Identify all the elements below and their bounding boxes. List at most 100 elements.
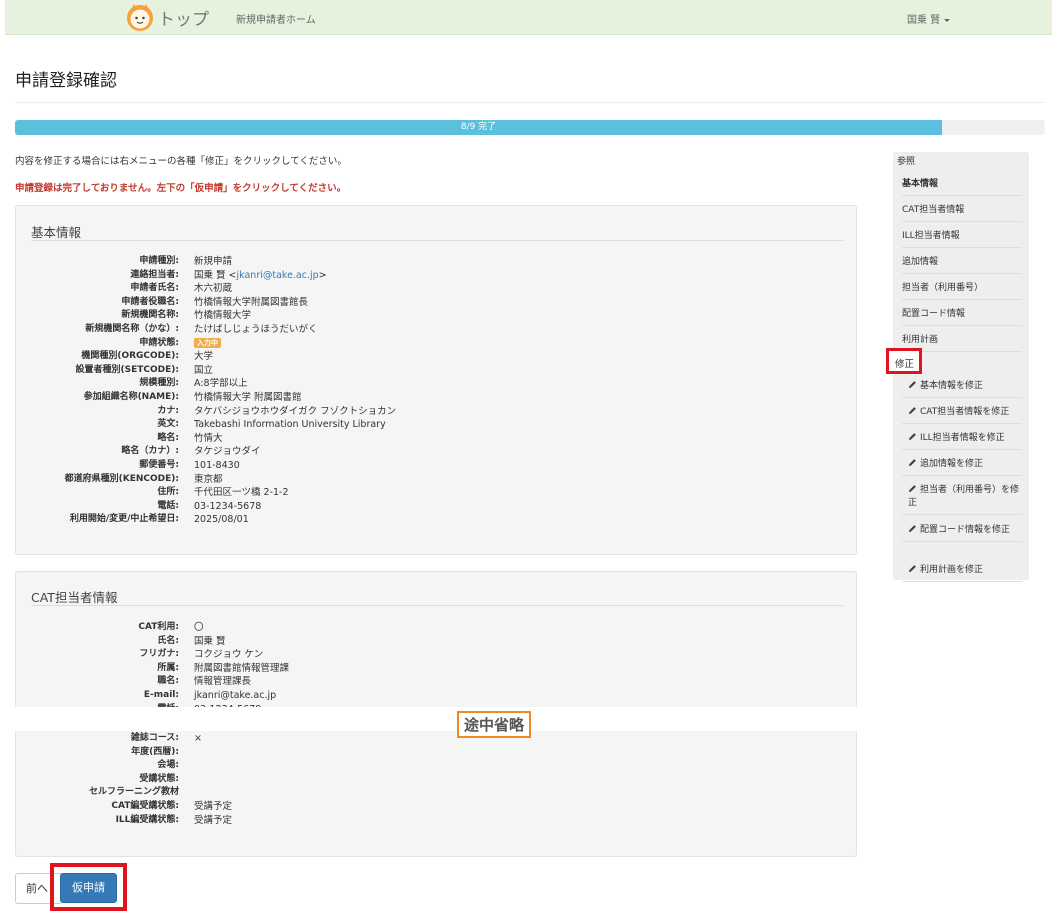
menu-edit-item[interactable]: 担当者（利用番号）を修正: [902, 482, 1022, 515]
brand-link[interactable]: トップ: [158, 5, 209, 30]
info-value-text: ×: [194, 733, 202, 744]
info-value-text: タケジョウダイ: [194, 446, 261, 458]
pencil-icon: [908, 380, 917, 389]
info-value-text: 竹情大: [194, 432, 223, 444]
info-row: 所属: 附属図書館情報管理課: [16, 662, 858, 676]
info-row: カナ: タケバシジョウホウダイガク フゾクトショカン: [16, 405, 858, 419]
menu-ref-item[interactable]: CAT担当者情報: [902, 202, 1022, 222]
info-label: 年度(西暦):: [131, 746, 179, 757]
menu-ref-item[interactable]: 配置コード情報: [902, 306, 1022, 326]
info-value-text: 竹橋情報大学: [194, 310, 252, 322]
info-row: 都道府県種別(KENCODE): 東京都: [16, 473, 858, 487]
menu-ref-item[interactable]: 基本情報: [902, 176, 1022, 196]
info-label: 都道府県種別(KENCODE):: [64, 473, 179, 484]
user-menu[interactable]: 国乗 賢: [907, 11, 951, 26]
info-value-text: タケバシジョウホウダイガク フゾクトショカン: [194, 405, 397, 417]
info-value: ×: [194, 732, 202, 746]
info-value-text: コクジョウ ケン: [194, 649, 264, 661]
menu-edit-item[interactable]: 追加情報を修正: [902, 456, 1022, 476]
info-label: 設置者種別(SETCODE):: [75, 364, 179, 375]
info-row: 英文: Takebashi Information University Libr…: [16, 418, 858, 432]
status-badge: 入力中: [194, 338, 221, 349]
menu-edit-item[interactable]: 利用計画を修正: [902, 562, 1022, 582]
warning-text: 申請登録は完了しておりません。左下の「仮申請」をクリックしてください。: [15, 183, 347, 194]
info-label: 参加組織名称(NAME):: [83, 391, 179, 402]
divider: [15, 102, 1045, 103]
info-row: セルフラーニング教材: [16, 786, 858, 800]
info-value-text: A:8学部以上: [194, 378, 248, 390]
info-row: 申請者役職名: 竹橋情報大学附属図書館長: [16, 296, 858, 310]
info-row: 郵便番号: 101-8430: [16, 459, 858, 473]
omission-label: 途中省略: [457, 711, 532, 738]
info-value: たけばしじょうほうだいがく: [194, 323, 318, 337]
info-value: 101-8430: [194, 459, 240, 473]
info-label: 受講状態:: [139, 773, 179, 784]
info-label: 連絡担当者:: [130, 269, 179, 280]
menu-ref-item[interactable]: 担当者（利用番号）: [902, 280, 1022, 300]
instruction-text: 内容を修正する場合には右メニューの各種「修正」をクリックしてください。: [15, 156, 347, 167]
cat-logo-icon[interactable]: [123, 3, 157, 33]
info-label: カナ:: [157, 405, 179, 416]
info-row: 利用開始/変更/中止希望日: 2025/08/01: [16, 513, 858, 527]
email-link[interactable]: jkanri@take.ac.jp: [237, 270, 319, 281]
progress-bar: 8/9 完了: [15, 120, 1045, 135]
training-info-list: 雑誌コース: × 年度(西暦): 会場: 受講状態: セルフラーニング教材 CAT編受講状態…: [16, 732, 858, 827]
info-row: 略名（カナ）: タケジョウダイ: [16, 445, 858, 459]
info-value-text: 大学: [194, 351, 214, 363]
info-value: 竹橋情報大学 附属図書館: [194, 391, 302, 405]
info-row: 氏名: 国乗 賢: [16, 635, 858, 649]
progress-fill: 8/9 完了: [15, 120, 942, 135]
menu-edit-item[interactable]: 基本情報を修正: [902, 378, 1022, 398]
info-row: 参加組織名称(NAME): 竹橋情報大学 附属図書館: [16, 391, 858, 405]
provisional-submit-button[interactable]: 仮申請: [60, 873, 117, 903]
info-label: 申請者氏名:: [130, 283, 179, 294]
info-value: 竹橋情報大学: [194, 309, 251, 323]
info-value: Takebashi Information University Library: [194, 418, 386, 432]
info-label: 雑誌コース:: [130, 733, 179, 743]
info-value: 受講予定: [194, 800, 232, 814]
menu-edit-item[interactable]: CAT担当者情報を修正: [902, 404, 1022, 424]
pencil-icon: [908, 406, 917, 415]
info-value: 情報管理課長: [194, 675, 251, 689]
menu-edit-item[interactable]: 配置コード情報を修正: [902, 522, 1022, 542]
menu-edit-item[interactable]: ILL担当者情報を修正: [902, 430, 1022, 450]
info-value-text: 101-8430: [194, 459, 240, 471]
pencil-icon: [908, 524, 917, 533]
info-value-text: 木六初蔵: [194, 283, 233, 295]
info-label: 英文:: [157, 419, 179, 430]
info-label: CAT編受講状態:: [111, 800, 179, 811]
info-row: 新規機関名称（かな）: たけばしじょうほうだいがく: [16, 323, 858, 337]
menu-edit-label: 配置コード情報を修正: [920, 525, 1011, 535]
info-label: セルフラーニング教材: [88, 787, 179, 798]
info-value: 大学: [194, 350, 213, 364]
menu-edit-label: ILL担当者情報を修正: [920, 433, 1005, 443]
info-label: 会場:: [157, 760, 179, 771]
menu-ref-item[interactable]: 追加情報: [902, 254, 1022, 274]
info-value-text: 〇: [194, 622, 204, 633]
divider: [31, 240, 843, 241]
training-info-panel: 雑誌コース: × 年度(西暦): 会場: 受講状態: セルフラーニング教材 CAT編受講状態…: [15, 729, 857, 857]
info-label: CAT利用:: [138, 622, 179, 632]
info-row: フリガナ: コクジョウ ケン: [16, 648, 858, 662]
info-value-text: 国立: [194, 364, 214, 376]
info-value: 国乗 賢: [194, 635, 226, 649]
info-row: 受講状態:: [16, 773, 858, 787]
info-value: タケジョウダイ: [194, 445, 261, 459]
menu-header-reference: 参照: [897, 157, 916, 167]
info-value: 入力中: [194, 337, 221, 351]
info-value: 2025/08/01: [194, 513, 249, 527]
nav-home-link[interactable]: 新規申請者ホーム: [236, 11, 316, 26]
info-value-text: 新規申請: [194, 256, 233, 267]
info-row: 住所: 千代田区一ツ橋 2-1-2: [16, 486, 858, 500]
info-label: 電話:: [157, 500, 179, 511]
menu-header-edit-label: 修正: [895, 359, 915, 370]
pencil-icon: [908, 432, 917, 441]
menu-edit-label: CAT担当者情報を修正: [920, 407, 1010, 417]
info-row: 会場:: [16, 759, 858, 773]
info-row: 新規機関名称: 竹橋情報大学: [16, 309, 858, 323]
info-value: 千代田区一ツ橋 2-1-2: [194, 486, 289, 500]
info-row: 設置者種別(SETCODE): 国立: [16, 364, 858, 378]
menu-ref-item[interactable]: ILL担当者情報: [902, 228, 1022, 248]
info-row: 電話: 03-1234-5678: [16, 500, 858, 514]
info-row: 職名: 情報管理課長: [16, 675, 858, 689]
